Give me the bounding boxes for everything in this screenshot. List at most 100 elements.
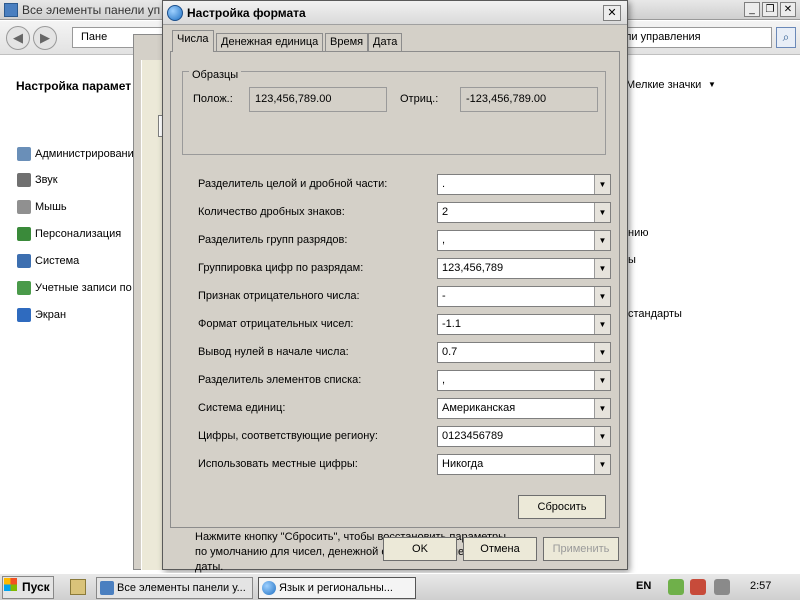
format-row-value[interactable]: -	[442, 290, 446, 302]
format-row-value[interactable]: .	[442, 178, 445, 190]
cp-item-icon	[17, 281, 31, 295]
samples-group	[182, 71, 606, 155]
minimize-button[interactable]: _	[744, 2, 760, 17]
chevron-down-icon[interactable]: ▼	[594, 175, 610, 194]
format-row-combo[interactable]: -1.1 ▼	[437, 314, 611, 335]
cp-item-label: Учетные записи по	[35, 282, 132, 294]
maximize-button[interactable]: ❐	[762, 2, 778, 17]
format-row-label: Цифры, соответствующие региону:	[198, 430, 378, 442]
format-row-label: Использовать местные цифры:	[198, 458, 358, 470]
cp-item-right[interactable]: стандарты	[628, 308, 682, 320]
forward-button[interactable]: ▶	[33, 26, 57, 50]
cp-item-label: Звук	[35, 174, 58, 186]
format-row-combo[interactable]: , ▼	[437, 230, 611, 251]
cp-item-label: Персонализация	[35, 228, 122, 240]
negative-sample-label: Отриц.:	[400, 93, 439, 105]
tab-date[interactable]: Дата	[368, 33, 403, 52]
positive-sample-value: 123,456,789.00	[249, 87, 387, 112]
format-row-combo[interactable]: 123,456,789 ▼	[437, 258, 611, 279]
chevron-down-icon[interactable]: ▼	[594, 231, 610, 250]
cp-item[interactable]: Звук	[17, 172, 58, 188]
cp-item-right[interactable]: нию	[628, 227, 648, 239]
format-row-combo[interactable]: . ▼	[437, 174, 611, 195]
chevron-down-icon[interactable]: ▼	[708, 80, 716, 89]
close-button[interactable]: ✕	[780, 2, 796, 17]
view-by-selector[interactable]: Мелкие значки	[626, 79, 701, 91]
tab-numbers[interactable]: Числа	[172, 30, 214, 52]
chevron-down-icon[interactable]: ▼	[594, 259, 610, 278]
format-row-value[interactable]: 2	[442, 206, 448, 218]
format-row-value[interactable]: 0123456789	[442, 430, 503, 442]
format-row-combo[interactable]: 0.7 ▼	[437, 342, 611, 363]
dialog-title: Настройка формата	[187, 6, 306, 20]
format-row-combo[interactable]: , ▼	[437, 370, 611, 391]
taskbar-item-regional[interactable]: Язык и региональны...	[258, 577, 416, 599]
address-breadcrumb[interactable]: Пане	[81, 31, 107, 43]
search-icon[interactable]: ⌕	[776, 27, 796, 48]
cp-item-right[interactable]: ы	[628, 254, 636, 266]
format-row-combo[interactable]: Никогда ▼	[437, 454, 611, 475]
chevron-down-icon[interactable]: ▼	[594, 343, 610, 362]
format-row-combo[interactable]: 0123456789 ▼	[437, 426, 611, 447]
back-button[interactable]: ◀	[6, 26, 30, 50]
ok-button[interactable]: OK	[383, 537, 457, 561]
search-box-text[interactable]: ли управления	[625, 31, 701, 43]
apply-button[interactable]: Применить	[543, 537, 619, 561]
cp-item-icon	[17, 308, 31, 322]
format-row-value[interactable]: 0.7	[442, 346, 457, 358]
chevron-down-icon[interactable]: ▼	[594, 203, 610, 222]
dialog-close-button[interactable]: ✕	[603, 5, 621, 21]
format-row-combo[interactable]: - ▼	[437, 286, 611, 307]
cp-item[interactable]: Экран	[17, 307, 66, 323]
chevron-down-icon[interactable]: ▼	[594, 315, 610, 334]
chevron-down-icon[interactable]: ▼	[594, 455, 610, 474]
cp-item[interactable]: Учетные записи по	[17, 280, 132, 296]
cp-item-label: Система	[35, 255, 80, 267]
chevron-down-icon[interactable]: ▼	[594, 287, 610, 306]
dialog-titlebar: Настройка формата ✕	[163, 1, 627, 25]
cp-item[interactable]: Администрировани	[17, 146, 134, 162]
cancel-button[interactable]: Отмена	[463, 537, 537, 561]
chevron-down-icon[interactable]: ▼	[594, 427, 610, 446]
language-indicator[interactable]: EN	[636, 580, 651, 592]
format-row-value[interactable]: ,	[442, 234, 445, 246]
format-row-label: Система единиц:	[198, 402, 286, 414]
reset-button[interactable]: Сбросить	[518, 495, 606, 519]
cp-item-icon	[17, 200, 31, 214]
format-row-combo[interactable]: 2 ▼	[437, 202, 611, 223]
tab-currency[interactable]: Денежная единица	[216, 33, 324, 52]
format-row-value[interactable]: ,	[442, 374, 445, 386]
folder-icon[interactable]	[70, 579, 86, 595]
network-icon[interactable]	[668, 579, 684, 595]
taskbar-item-label: Все элементы панели у...	[117, 582, 246, 594]
chevron-down-icon[interactable]: ▼	[594, 371, 610, 390]
control-panel-icon	[4, 3, 18, 17]
format-row-value[interactable]: -1.1	[442, 318, 461, 330]
format-row-value[interactable]: Никогда	[442, 458, 483, 470]
cp-item[interactable]: Мышь	[17, 199, 67, 215]
cp-item-icon	[17, 227, 31, 241]
format-row-value[interactable]: Американская	[442, 402, 515, 414]
format-row-label: Количество дробных знаков:	[198, 206, 345, 218]
cp-item[interactable]: Система	[17, 253, 79, 269]
format-row-label: Группировка цифр по разрядам:	[198, 262, 364, 274]
numbers-tab-panel: Образцы Полож.: 123,456,789.00 Отриц.: -…	[170, 51, 620, 573]
positive-sample-label: Полож.:	[193, 93, 233, 105]
format-row-value[interactable]: 123,456,789	[442, 262, 503, 274]
tab-time[interactable]: Время	[325, 33, 369, 52]
globe-icon	[167, 5, 183, 21]
cp-item-icon	[17, 254, 31, 268]
security-icon[interactable]	[690, 579, 706, 595]
format-row-label: Разделитель элементов списка:	[198, 374, 362, 386]
taskbar: Пуск Все элементы панели у... Язык и рег…	[0, 573, 800, 600]
globe-icon	[262, 581, 276, 595]
control-panel-icon	[100, 581, 114, 595]
volume-icon[interactable]	[714, 579, 730, 595]
format-row-combo[interactable]: Американская ▼	[437, 398, 611, 419]
format-row-label: Признак отрицательного числа:	[198, 290, 360, 302]
chevron-down-icon[interactable]: ▼	[594, 399, 610, 418]
windows-logo-icon[interactable]	[4, 578, 17, 591]
cp-item-label: Администрировани	[35, 148, 134, 160]
taskbar-item-control-panel[interactable]: Все элементы панели у...	[96, 577, 253, 599]
cp-item[interactable]: Персонализация	[17, 226, 121, 242]
